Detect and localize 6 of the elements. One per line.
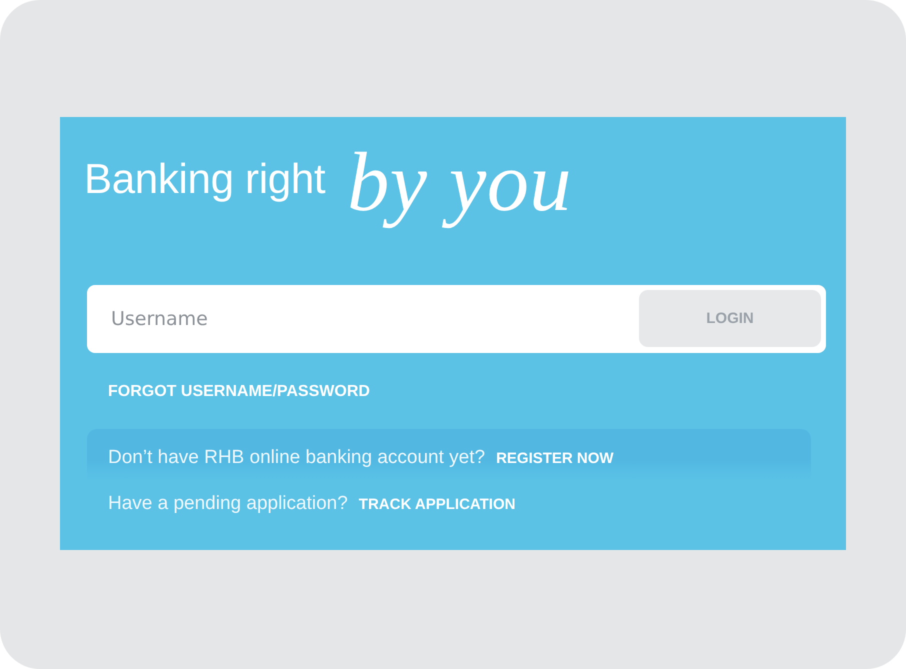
prompt-text: Don’t have RHB online banking account yet? xyxy=(108,447,486,469)
prompt-text: Have a pending application? xyxy=(108,493,348,515)
tagline-text: Banking right xyxy=(84,155,326,203)
prompt-link[interactable]: REGISTER NOW xyxy=(496,450,614,467)
forgot-link[interactable]: FORGOT USERNAME/PASSWORD xyxy=(108,383,370,401)
prompt-link[interactable]: TRACK APPLICATION xyxy=(358,496,516,513)
